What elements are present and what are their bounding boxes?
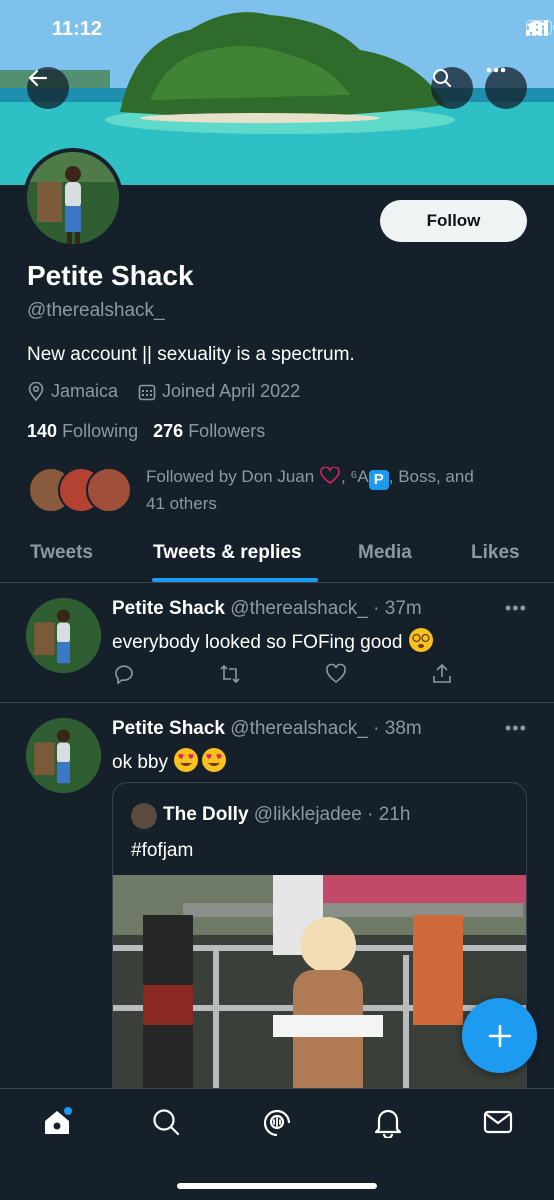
tweet-header: Petite Shack @therealshack_ · 37m [112, 598, 422, 620]
heart-icon[interactable] [324, 662, 348, 686]
mail-icon [483, 1110, 513, 1134]
tweet-text-content: everybody looked so FOFing good [112, 632, 403, 653]
quoted-tweet-header: The Dolly @likklejadee · 21h [163, 804, 410, 826]
nav-spaces[interactable] [260, 1105, 294, 1139]
bell-icon [374, 1109, 402, 1138]
tab-media[interactable]: Media [358, 542, 412, 564]
quoted-tweet-text: #fofjam [131, 840, 194, 861]
tweet-header: Petite Shack @therealshack_ · 38m [112, 718, 422, 740]
location-text: Jamaica [51, 381, 119, 401]
nav-notifications[interactable] [371, 1105, 405, 1139]
tweet-avatar[interactable] [26, 718, 101, 793]
search-button[interactable] [431, 67, 473, 109]
profile-name: Petite Shack [27, 260, 194, 291]
follow-counts: 140 Following 276 Followers [27, 421, 265, 442]
followed-by-others: 41 others [146, 494, 217, 513]
profile-handle: @therealshack_ [27, 300, 165, 321]
tweet-more-button[interactable]: ••• [505, 598, 527, 619]
followed-by-avatars [28, 467, 138, 515]
tab-tweets-replies[interactable]: Tweets & replies [153, 542, 302, 564]
more-options-button[interactable] [485, 67, 527, 109]
reply-icon[interactable] [112, 662, 136, 686]
battery-icon [526, 20, 554, 35]
avatar-photo [26, 718, 101, 793]
status-time: 11:12 [52, 18, 103, 40]
share-icon[interactable] [430, 662, 454, 686]
quoted-tweet-avatar [131, 803, 157, 829]
tweet-avatar[interactable] [26, 598, 101, 673]
followed-by-prefix: Followed by Don Juan [146, 467, 315, 486]
avatar-photo [27, 152, 119, 244]
join-date-text: Joined April 2022 [162, 381, 301, 401]
followers-label: Followers [188, 421, 266, 441]
retweet-icon[interactable] [218, 662, 242, 686]
profile-avatar[interactable] [23, 148, 123, 248]
tweet-author: Petite Shack [112, 598, 225, 619]
tweet[interactable]: Petite Shack @therealshack_ · 37m ••• ev… [0, 583, 554, 703]
followed-by[interactable]: Followed by Don Juan , ⁶A P, Boss, and 41… [28, 463, 528, 519]
profile-tabs: Tweets Tweets & replies Media Likes [0, 528, 554, 583]
compose-tweet-button[interactable] [462, 998, 537, 1073]
spaces-icon [263, 1109, 291, 1137]
following-link[interactable]: 140 Following [27, 421, 138, 441]
status-bar: 11:12 [0, 0, 554, 60]
search-icon [153, 1109, 180, 1136]
tweet-text: everybody looked so FOFing good [112, 627, 434, 654]
back-arrow-icon [28, 69, 48, 87]
avatar [86, 467, 132, 513]
quoted-tweet-author: The Dolly [163, 804, 249, 825]
location-pin-icon [28, 381, 44, 401]
tweet-author: Petite Shack [112, 718, 225, 739]
home-icon [45, 1107, 72, 1134]
parking-badge: P [368, 470, 389, 490]
quoted-tweet-meta: @likklejadee · 21h [253, 804, 411, 825]
followers-count: 276 [153, 421, 184, 441]
quoted-tweet-image[interactable] [113, 875, 526, 1101]
tab-likes[interactable]: Likes [471, 542, 520, 564]
tweet-text: ok bby [112, 747, 227, 774]
home-indicator [177, 1183, 377, 1189]
search-icon [433, 69, 451, 87]
quoted-tweet[interactable]: The Dolly @likklejadee · 21h #fofjam [112, 782, 527, 1102]
following-label: Following [62, 421, 139, 441]
more-icon [486, 67, 506, 73]
dizzy-face-emoji-icon [408, 628, 433, 652]
following-count: 140 [27, 421, 58, 441]
nav-home[interactable] [40, 1105, 74, 1139]
calendar-icon [138, 384, 156, 400]
tab-tweets[interactable]: Tweets [30, 542, 93, 564]
follow-button[interactable]: Follow [380, 200, 527, 242]
followed-by-text: Followed by Don Juan , ⁶A P, Boss, and 41… [146, 463, 526, 517]
followers-link[interactable]: 276 Followers [153, 421, 265, 441]
heart-emoji-icon [320, 466, 340, 484]
tweet-meta: @therealshack_ · 38m [230, 718, 422, 739]
nav-search[interactable] [149, 1105, 183, 1139]
heart-eyes-emoji-icon [174, 748, 227, 772]
followed-by-suffix: , Boss, and [388, 467, 474, 486]
followed-by-mid: , ⁶A [340, 467, 369, 486]
avatar-photo [26, 598, 101, 673]
profile-bio: New account || sexuality is a spectrum. [27, 344, 355, 365]
tweet-text-content: ok bby [112, 752, 168, 773]
active-tab-indicator [152, 578, 318, 582]
back-button[interactable] [27, 67, 69, 109]
plus-icon [488, 1024, 511, 1047]
location: Jamaica [27, 381, 118, 402]
nav-messages[interactable] [481, 1105, 515, 1139]
party-photo [113, 875, 526, 1101]
tweet-actions [112, 662, 462, 688]
join-date: Joined April 2022 [138, 381, 300, 402]
tweet-more-button[interactable]: ••• [505, 718, 527, 739]
tweet-meta: @therealshack_ · 37m [230, 598, 422, 619]
profile-meta: Jamaica Joined April 2022 [27, 381, 314, 402]
